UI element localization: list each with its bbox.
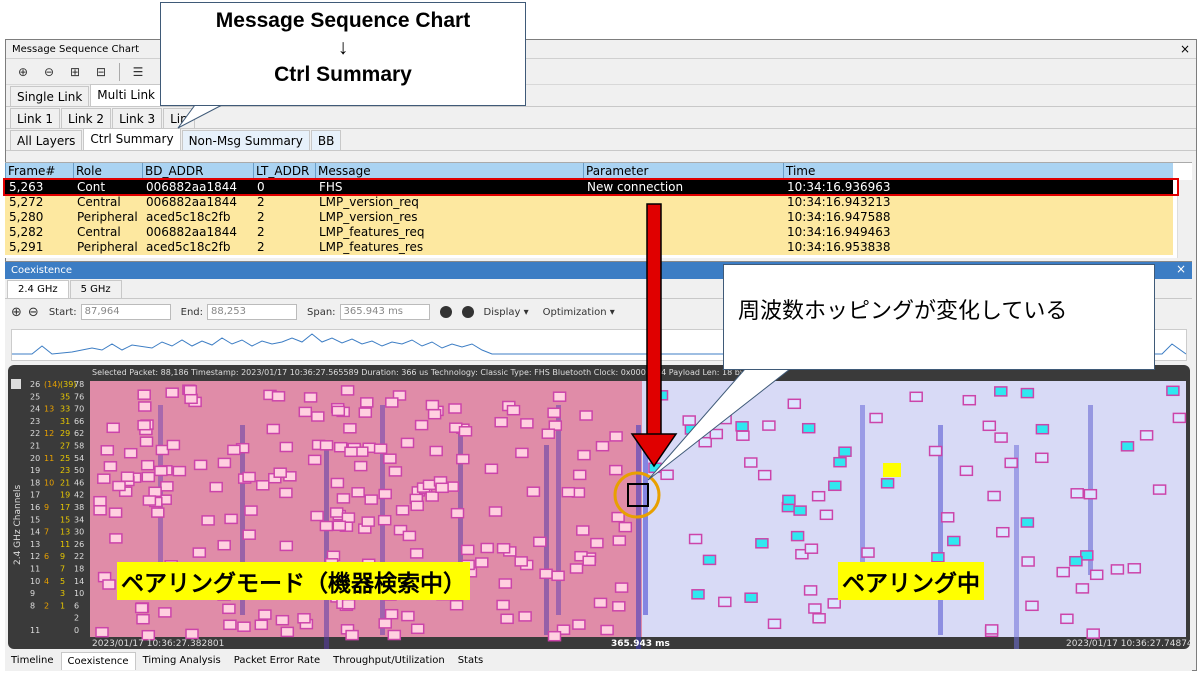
label-pairing-mode: ペアリングモード（機器検索中） [117, 562, 470, 600]
callout-top: Message Sequence Chart ↓ Ctrl Summary [160, 2, 526, 106]
callout-top-pointer [177, 104, 223, 129]
callout-top-line2: Ctrl Summary [274, 63, 412, 86]
label-pairing: ペアリング中 [838, 562, 984, 600]
callout-right: 周波数ホッピングが変化している [723, 264, 1155, 370]
screenshot-root: { "msc": { "title": "Message Sequence Ch… [0, 0, 1200, 674]
arrow-shaft [646, 203, 662, 437]
callout-top-arrow: ↓ [337, 36, 349, 59]
callout-right-pointer [647, 368, 792, 481]
callout-top-line1: Message Sequence Chart [215, 9, 471, 32]
